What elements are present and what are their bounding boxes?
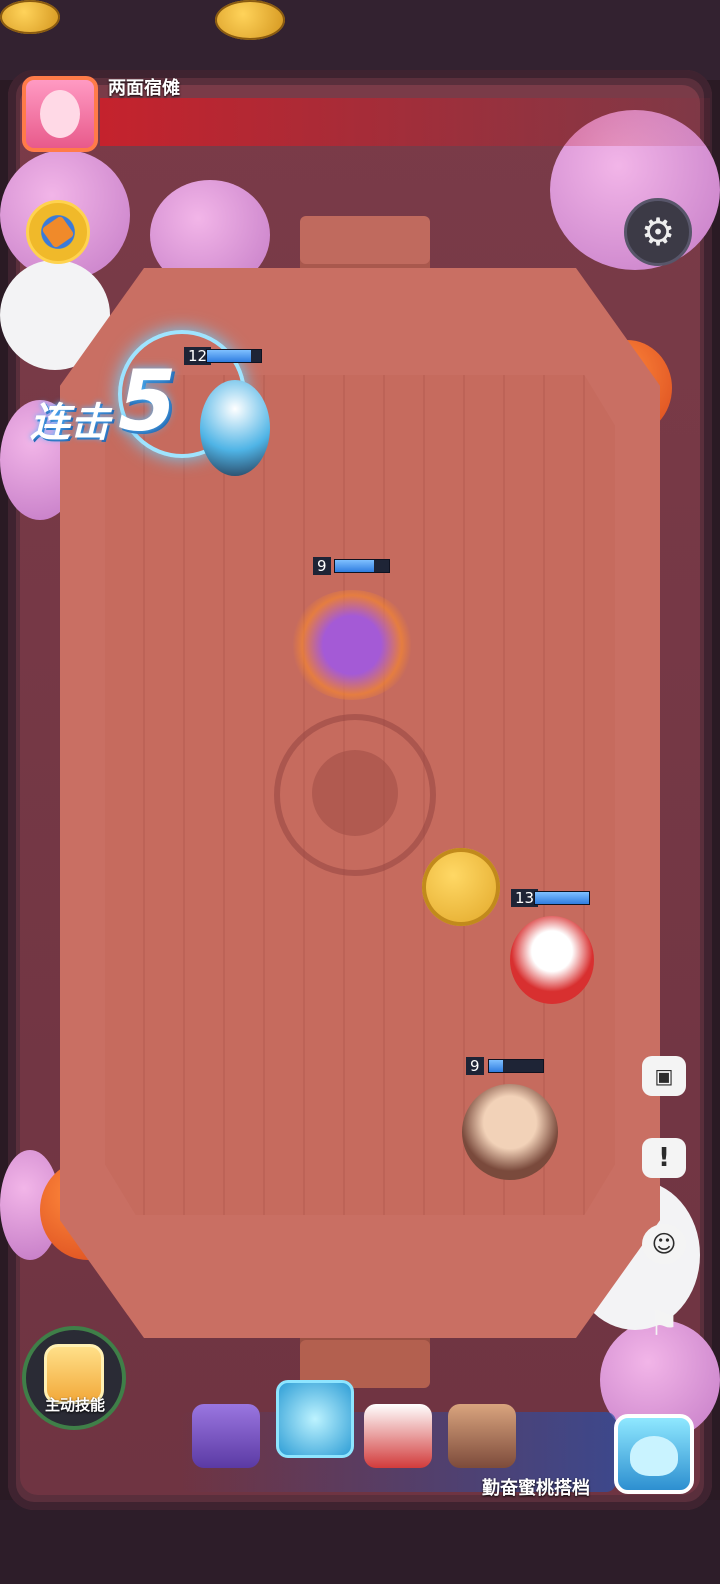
- cat-face-icon: [312, 750, 398, 836]
- old-inventor-character[interactable]: [462, 1084, 558, 1180]
- scattered-coin: [0, 0, 60, 34]
- combo-label: 连击: [30, 400, 110, 446]
- unit-health-bar: [488, 1059, 544, 1073]
- map-button[interactable]: [26, 200, 90, 264]
- purple-brute-character[interactable]: [290, 590, 414, 700]
- scattered-coin: [215, 0, 285, 40]
- unit-health-bar: [534, 891, 590, 905]
- alert-button[interactable]: !: [636, 1130, 692, 1186]
- outer-background-top: [0, 0, 720, 80]
- surrender-button[interactable]: ⚑: [636, 1296, 692, 1352]
- unit-health-fill: [207, 350, 252, 362]
- red-monkey-character[interactable]: [510, 916, 594, 1004]
- unit-level: 9: [313, 557, 331, 575]
- unit-health-bar: [334, 559, 390, 573]
- flag-icon: ⚑: [648, 1304, 680, 1344]
- settings-button[interactable]: ⚙: [624, 198, 692, 266]
- boss-avatar[interactable]: [22, 76, 98, 152]
- old-inventor-portrait[interactable]: [448, 1404, 516, 1468]
- robot-button[interactable]: ▣: [636, 1048, 692, 1104]
- blue-slime-portrait: [630, 1436, 678, 1476]
- partner-avatar[interactable]: [614, 1414, 694, 1494]
- fox-mask-girl-icon: [40, 90, 80, 138]
- unit-health-fill: [335, 560, 374, 572]
- red-monkey-portrait[interactable]: [364, 1404, 432, 1468]
- combo-count: 5: [118, 352, 177, 450]
- boss-name: 两面宿傩: [108, 78, 180, 99]
- unit-level: 9: [466, 1057, 484, 1075]
- gold-coin-pickup[interactable]: [422, 848, 500, 926]
- ice-hero-character[interactable]: [200, 380, 270, 476]
- smile-icon: ☺: [642, 1224, 686, 1264]
- purple-brute-portrait[interactable]: [192, 1404, 260, 1468]
- gear-icon: ⚙: [640, 210, 676, 254]
- unit-health-fill: [489, 1060, 503, 1072]
- exclamation-icon: !: [642, 1138, 686, 1178]
- boss-health-bar: [100, 98, 710, 146]
- map-scroll-icon: [41, 215, 75, 249]
- active-skill-label: 主动技能: [44, 1396, 105, 1414]
- unit-level-badge: 9: [313, 556, 331, 575]
- outer-background-bottom: [0, 1500, 720, 1584]
- unit-health-fill: [535, 892, 589, 904]
- robot-icon: ▣: [642, 1056, 686, 1096]
- ice-hero-portrait[interactable]: [276, 1380, 354, 1458]
- unit-level-badge: 9: [466, 1056, 484, 1075]
- unit-health-bar: [206, 349, 262, 363]
- emote-button[interactable]: ☺: [636, 1216, 692, 1272]
- arena-stairs-top: [300, 216, 430, 274]
- partner-label: 勤奋蜜桃搭档: [482, 1478, 590, 1499]
